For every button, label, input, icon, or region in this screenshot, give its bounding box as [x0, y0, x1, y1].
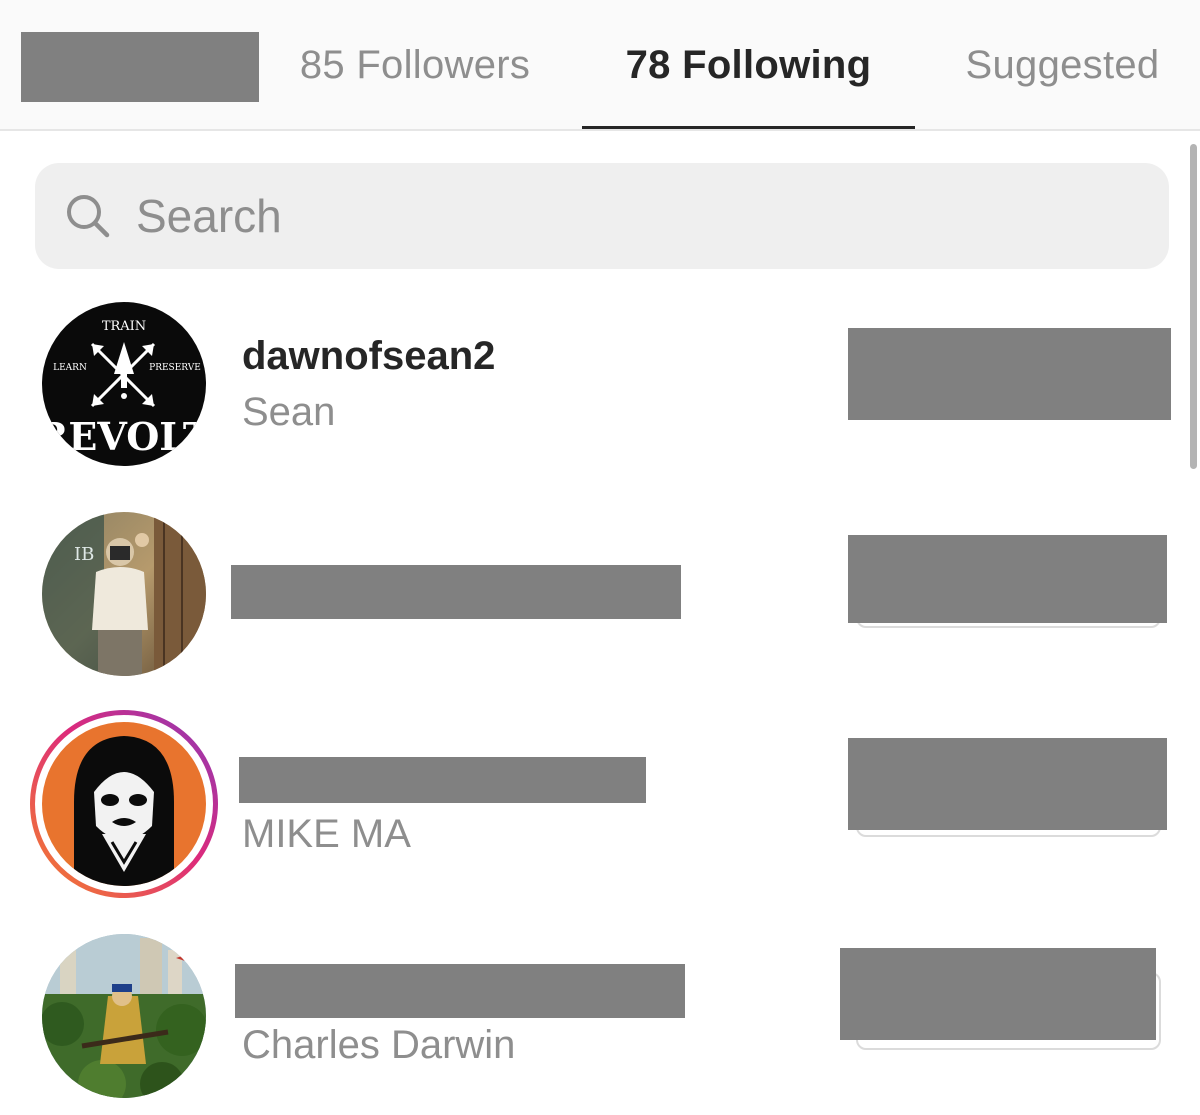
- full-name: Charles Darwin: [242, 1023, 516, 1067]
- avatar-story-ring[interactable]: [30, 710, 218, 898]
- revolt-logo: TRAIN LEARN PRESERVE REVOLT: [42, 302, 206, 466]
- username[interactable]: dawnofsean2: [242, 334, 495, 379]
- redacted-follow-button[interactable]: [840, 948, 1156, 1040]
- redacted-username: [235, 964, 685, 1018]
- profile-illustration: [42, 722, 206, 886]
- avatar[interactable]: [42, 934, 206, 1098]
- search-bar[interactable]: [35, 163, 1169, 269]
- tab-following[interactable]: 78 Following: [582, 0, 915, 131]
- tab-followers[interactable]: 85 Followers: [270, 0, 560, 131]
- following-screen: 85 Followers 78 Following Suggested TRAI…: [0, 0, 1200, 1115]
- redacted-username: [231, 565, 681, 619]
- full-name: MIKE MA: [242, 812, 411, 856]
- redacted-username: [239, 757, 646, 803]
- redacted-follow-button[interactable]: [848, 535, 1167, 623]
- avatar-text-left: LEARN: [53, 363, 87, 373]
- tab-suggested[interactable]: Suggested: [945, 0, 1180, 131]
- redacted-follow-button[interactable]: [848, 328, 1171, 420]
- avatar-text-bottom: REVOLT: [42, 414, 206, 459]
- profile-artwork: [42, 934, 206, 1098]
- avatar-text-right: PRESERVE: [149, 363, 201, 373]
- avatar[interactable]: TRAIN LEARN PRESERVE REVOLT: [42, 302, 206, 466]
- full-name: Sean: [242, 390, 336, 434]
- avatar[interactable]: IB: [42, 512, 206, 676]
- active-tab-indicator: [582, 126, 915, 129]
- search-input[interactable]: [136, 189, 1036, 243]
- redacted-follow-button[interactable]: [848, 738, 1167, 830]
- avatar-text-top: TRAIN: [102, 319, 146, 334]
- profile-photo: IB: [42, 512, 206, 676]
- scrollbar[interactable]: [1190, 144, 1197, 469]
- wall-sign-text: IB: [74, 544, 94, 565]
- tab-bar: 85 Followers 78 Following Suggested: [0, 0, 1200, 131]
- redacted-username-tab: [21, 32, 259, 102]
- search-icon: [67, 195, 110, 238]
